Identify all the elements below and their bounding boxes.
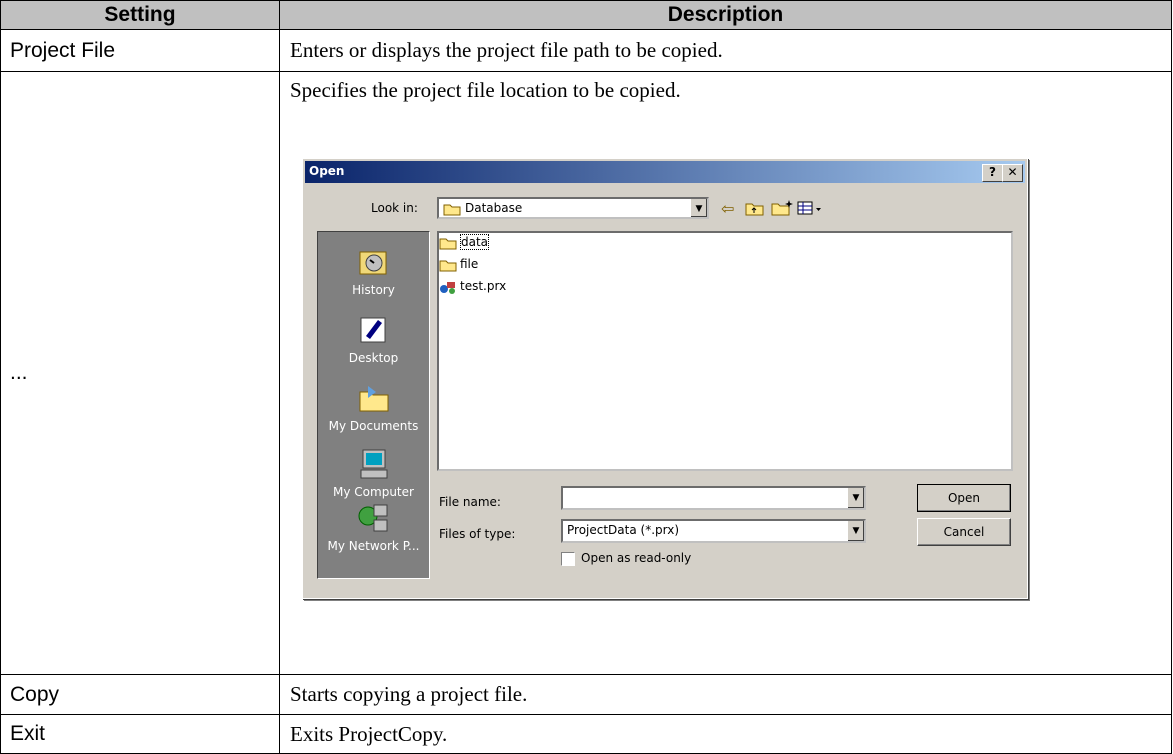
folder-icon — [443, 204, 461, 216]
setting-project-file: Project File — [0, 29, 280, 72]
place-my-documents[interactable]: My Documents — [318, 382, 429, 433]
place-my-computer[interactable]: My Computer — [318, 448, 429, 499]
desc-project-file: Enters or displays the project file path… — [279, 29, 1172, 72]
look-in-value: Database — [465, 201, 523, 215]
file-name: test.prx — [460, 279, 507, 293]
places-bar: History Desktop My Documents My Computer… — [317, 231, 430, 579]
history-icon — [359, 251, 386, 275]
checkbox-box[interactable] — [561, 551, 575, 566]
my-documents-label: My Documents — [328, 419, 419, 433]
readonly-label: Open as read-only — [581, 551, 692, 565]
desc-copy: Starts copying a project file. — [279, 674, 1172, 715]
look-in-combo[interactable]: Database ▼ — [437, 197, 709, 219]
setting-exit: Exit — [0, 714, 280, 754]
folder-icon — [439, 238, 457, 249]
my-computer-label: My Computer — [333, 485, 414, 499]
new-folder-icon[interactable] — [771, 199, 793, 217]
files-of-type-value: ProjectData (*.prx) — [567, 523, 680, 537]
back-icon[interactable]: ⇦ — [721, 199, 734, 218]
folder-icon — [439, 260, 457, 271]
header-setting: Setting — [0, 0, 280, 30]
files-of-type-label: Files of type: — [439, 527, 516, 541]
files-of-type-combo[interactable]: ProjectData (*.prx) ▼ — [561, 519, 866, 543]
file-name-label: File name: — [439, 495, 501, 509]
chevron-down-icon[interactable]: ▼ — [690, 199, 707, 217]
cancel-button[interactable]: Cancel — [917, 518, 1011, 546]
open-button[interactable]: Open — [917, 484, 1011, 512]
file-name: data — [460, 234, 490, 250]
network-icon — [358, 504, 387, 532]
setting-browse: ... — [0, 71, 280, 675]
readonly-checkbox[interactable]: Open as read-only — [561, 551, 691, 566]
desc-browse: Specifies the project file location to b… — [290, 78, 681, 102]
list-item[interactable]: file — [439, 257, 478, 277]
my-documents-icon — [359, 386, 388, 412]
dialog-title: Open — [309, 164, 345, 178]
open-dialog: Open ? ✕ Look in: Database ▼ ⇦ History D… — [302, 158, 1028, 599]
setting-copy: Copy — [0, 674, 280, 715]
chevron-down-icon[interactable]: ▼ — [847, 488, 864, 508]
list-item[interactable]: data — [439, 234, 490, 255]
look-in-label: Look in: — [371, 201, 418, 215]
computer-icon — [360, 449, 387, 479]
desktop-label: Desktop — [348, 351, 399, 365]
file-name-combo[interactable]: ▼ — [561, 486, 866, 510]
file-list[interactable]: data file test.prx — [437, 231, 1013, 471]
chevron-down-icon[interactable]: ▼ — [847, 521, 864, 541]
desc-exit: Exits ProjectCopy. — [279, 714, 1172, 754]
dialog-titlebar: Open ? ✕ — [305, 161, 1025, 183]
place-desktop[interactable]: Desktop — [318, 314, 429, 365]
place-my-network[interactable]: My Network P... — [318, 502, 429, 553]
desktop-icon — [360, 317, 385, 343]
place-history[interactable]: History — [318, 246, 429, 297]
file-name: file — [460, 257, 479, 271]
close-button[interactable]: ✕ — [1002, 164, 1023, 182]
up-folder-icon[interactable] — [745, 199, 765, 217]
header-description: Description — [279, 0, 1172, 30]
my-network-label: My Network P... — [327, 539, 420, 553]
project-file-icon — [440, 281, 455, 294]
list-item[interactable]: test.prx — [439, 279, 506, 299]
help-button[interactable]: ? — [982, 164, 1003, 182]
history-label: History — [352, 283, 395, 297]
view-menu-icon[interactable] — [797, 199, 823, 217]
